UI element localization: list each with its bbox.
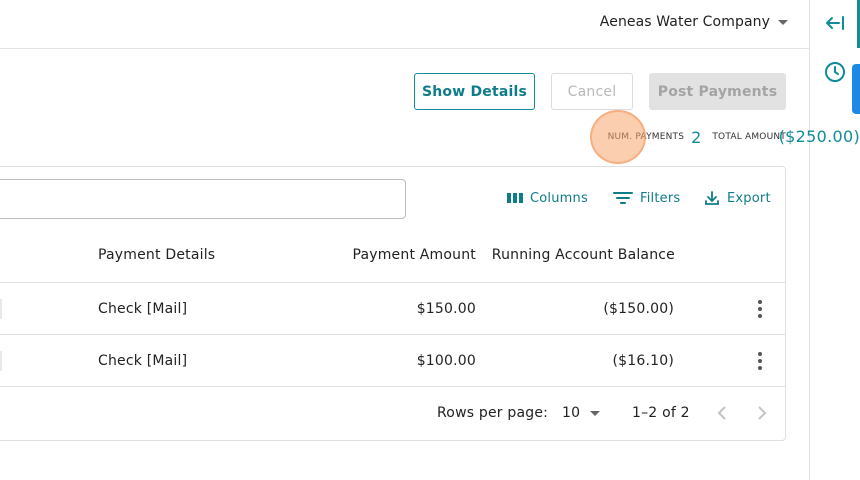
export-label: Export	[727, 190, 771, 206]
running-balance-cell: ($16.10)	[612, 353, 674, 369]
columns-icon	[507, 193, 523, 203]
column-header-payment-amount[interactable]: Payment Amount	[352, 228, 476, 283]
post-payments-button[interactable]: Post Payments	[649, 73, 786, 110]
rows-per-page-value: 10	[562, 405, 581, 421]
rows-per-page-select[interactable]: 10	[562, 388, 601, 438]
cancel-button[interactable]: Cancel	[551, 73, 633, 110]
row-menu-icon[interactable]	[753, 300, 767, 318]
payment-details-cell: Check [Mail]	[98, 353, 188, 369]
rows-per-page-label: Rows per page:	[437, 405, 549, 421]
top-bar: Aeneas Water Company	[0, 0, 810, 49]
chevron-down-icon	[590, 411, 601, 416]
payment-amount-cell: $100.00	[416, 353, 476, 369]
columns-button[interactable]: Columns	[507, 187, 588, 209]
running-balance-cell: ($150.00)	[603, 301, 674, 317]
right-rail	[809, 0, 860, 480]
chevron-down-icon	[778, 20, 788, 25]
column-header-payment-details[interactable]: Payment Details	[98, 228, 215, 283]
collapse-left-icon[interactable]	[824, 13, 846, 37]
company-name: Aeneas Water Company	[599, 14, 770, 30]
table-row[interactable]: Check [Mail] $150.00 ($150.00)	[0, 283, 785, 335]
columns-label: Columns	[530, 190, 588, 206]
table-row[interactable]: Check [Mail] $100.00 ($16.10)	[0, 335, 785, 387]
table-header-row: Payment Details Payment Amount Running A…	[0, 228, 785, 283]
table-pagination: Rows per page: 10 1–2 of 2	[0, 388, 785, 440]
company-selector[interactable]: Aeneas Water Company	[600, 14, 788, 30]
payment-summary: NUM. PAYMENTS 2 TOTAL AMOUNT ($250.00)	[607, 126, 860, 148]
num-payments-value: 2	[691, 127, 702, 147]
payment-details-cell: Check [Mail]	[98, 301, 188, 317]
page-range: 1–2 of 2	[632, 405, 690, 421]
search-input[interactable]	[0, 179, 406, 219]
row-menu-icon[interactable]	[753, 352, 767, 370]
export-button[interactable]: Export	[704, 187, 771, 209]
filter-icon	[613, 192, 633, 204]
row-select-edge	[0, 351, 2, 371]
num-payments-label: NUM. PAYMENTS	[607, 132, 685, 142]
total-amount-value: ($250.00)	[778, 127, 860, 146]
rail-tab-indicator[interactable]	[852, 64, 860, 114]
payment-amount-cell: $150.00	[416, 301, 476, 317]
filters-button[interactable]: Filters	[613, 187, 680, 209]
filters-label: Filters	[640, 190, 681, 206]
column-header-running-balance[interactable]: Running Account Balance	[492, 228, 675, 283]
chevron-right-icon[interactable]	[756, 405, 768, 425]
download-icon	[705, 191, 719, 205]
row-select-edge	[0, 299, 2, 319]
show-details-button[interactable]: Show Details	[414, 73, 535, 110]
clock-icon[interactable]	[824, 61, 846, 87]
total-amount-label: TOTAL AMOUNT	[712, 132, 786, 142]
chevron-left-icon[interactable]	[716, 405, 728, 425]
